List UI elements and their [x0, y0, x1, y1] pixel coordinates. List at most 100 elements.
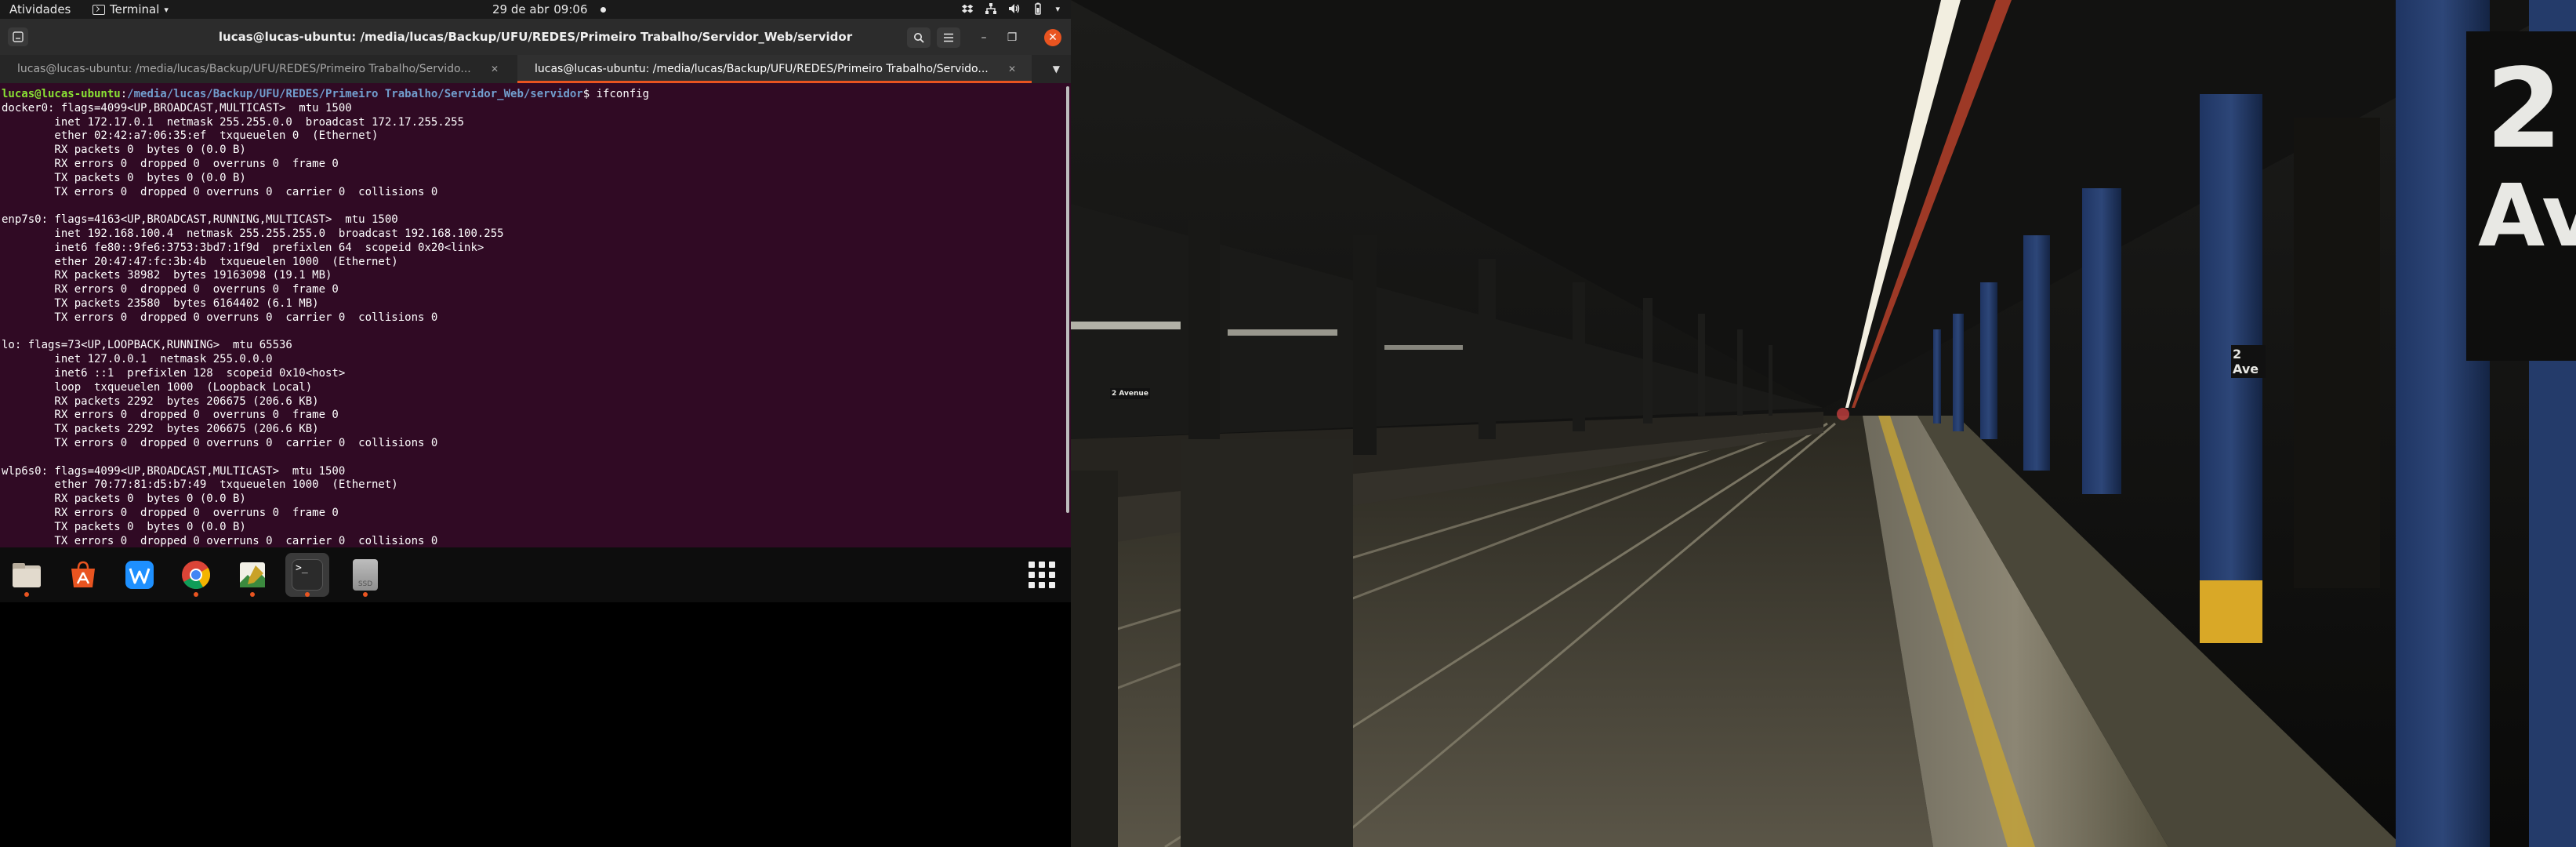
tab-close-icon[interactable]: ✕	[491, 55, 499, 83]
wps-office-icon	[125, 561, 154, 589]
dock-item-files[interactable]	[5, 553, 49, 597]
prompt-path: /media/lucas/Backup/UFU/REDES/Primeiro T…	[127, 88, 583, 100]
battery-icon[interactable]	[1032, 2, 1044, 15]
search-button[interactable]	[907, 27, 931, 48]
prompt-user: lucas@lucas-ubuntu	[2, 88, 121, 100]
terminal-output-line: TX packets 0 bytes 0 (0.0 B)	[2, 520, 246, 533]
top-bar: Atividades Terminal ▾ 29 de abr 09:06 ▾	[0, 0, 1071, 19]
station-sign-number: 2	[2486, 45, 2563, 173]
terminal-output-line: RX packets 38982 bytes 19163098 (19.1 MB…	[2, 269, 332, 282]
running-indicator	[250, 592, 255, 597]
dock-item-software[interactable]	[61, 553, 105, 597]
terminal-output-line: TX errors 0 dropped 0 overruns 0 carrier…	[2, 534, 438, 547]
terminal-output-line: TX errors 0 dropped 0 overruns 0 carrier…	[2, 311, 438, 324]
scrollbar[interactable]	[1066, 86, 1069, 513]
ssd-label: SSD	[357, 580, 373, 588]
chrome-icon	[182, 561, 211, 590]
tab-close-icon[interactable]: ✕	[1008, 55, 1016, 83]
tab-label: lucas@lucas-ubuntu: /media/lucas/Backup/…	[17, 63, 471, 75]
terminal-output-line: inet6 ::1 prefixlen 128 scopeid 0x10<hos…	[2, 366, 346, 380]
clock-time: 09:06	[553, 2, 588, 16]
close-button[interactable]: ✕	[1044, 29, 1061, 46]
terminal-output-line: inet 172.17.0.1 netmask 255.255.0.0 broa…	[2, 115, 465, 129]
apps-grid-dot	[1039, 562, 1045, 568]
show-applications-button[interactable]	[1029, 562, 1055, 588]
terminal-output-line: docker0: flags=4099<UP,BROADCAST,MULTICA…	[2, 101, 352, 115]
software-store-icon	[71, 561, 95, 587]
dock: >_ SSD	[0, 547, 1071, 602]
apps-grid-dot	[1039, 572, 1045, 578]
maximize-button[interactable]: ❐	[1003, 29, 1021, 46]
tabs-menu-chevron-icon[interactable]: ▼	[1053, 55, 1060, 83]
tab-terminal-2[interactable]: lucas@lucas-ubuntu: /media/lucas/Backup/…	[517, 55, 1032, 83]
running-indicator	[24, 592, 29, 597]
minimize-icon: –	[981, 31, 987, 44]
terminal-output-line: RX errors 0 dropped 0 overruns 0 frame 0	[2, 409, 339, 422]
search-icon	[914, 33, 924, 43]
terminal-output-line: wlp6s0: flags=4099<UP,BROADCAST,MULTICAS…	[2, 464, 346, 478]
minimize-button[interactable]: –	[975, 29, 992, 46]
prompt-command: ifconfig	[596, 88, 650, 100]
network-wired-icon[interactable]	[985, 2, 997, 15]
terminal-output-line: ether 02:42:a7:06:35:ef txqueuelen 0 (Et…	[2, 129, 379, 143]
subway-station-photo	[1071, 0, 2576, 847]
terminal-output-line: TX packets 2292 bytes 206675 (206.6 KB)	[2, 423, 319, 436]
terminal-output-line: ether 70:77:81:d5:b7:49 txqueuelen 1000 …	[2, 478, 398, 492]
terminal-output-line: enp7s0: flags=4163<UP,BROADCAST,RUNNING,…	[2, 213, 398, 227]
apps-grid-dot	[1029, 582, 1035, 588]
running-indicator	[305, 592, 310, 597]
terminal-output-line: TX packets 0 bytes 0 (0.0 B)	[2, 171, 246, 184]
dock-item-chrome[interactable]	[174, 553, 218, 597]
apps-grid-dot	[1029, 562, 1035, 568]
terminal-output-line: ether 20:47:47:fc:3b:4b txqueuelen 1000 …	[2, 255, 398, 268]
running-indicator	[363, 592, 368, 597]
system-tray[interactable]: ▾	[961, 2, 1060, 15]
terminal-output-line: inet 192.168.100.4 netmask 255.255.255.0…	[2, 227, 504, 240]
system-menu-chevron-icon[interactable]: ▾	[1055, 4, 1060, 14]
apps-grid-dot	[1049, 572, 1055, 578]
terminal-output-line: RX errors 0 dropped 0 overruns 0 frame 0	[2, 283, 339, 296]
files-icon	[13, 563, 41, 587]
running-indicator	[194, 592, 198, 597]
volume-icon[interactable]	[1008, 2, 1021, 15]
column-sign: 2 Ave	[2231, 345, 2266, 378]
command-output: docker0: flags=4099<UP,BROADCAST,MULTICA…	[2, 102, 504, 547]
terminal-icon	[93, 4, 105, 15]
far-platform-sign: 2 Avenue	[1110, 388, 1150, 399]
app-menu-button[interactable]: Terminal ▾	[93, 2, 169, 16]
restore-icon: ❐	[1007, 31, 1018, 44]
terminal-output[interactable]: lucas@lucas-ubuntu:/media/lucas/Backup/U…	[0, 83, 1058, 547]
tab-bar: lucas@lucas-ubuntu: /media/lucas/Backup/…	[0, 55, 1071, 83]
dock-item-text-editor[interactable]	[230, 553, 274, 597]
terminal-output-line: lo: flags=73<UP,LOOPBACK,RUNNING> mtu 65…	[2, 339, 292, 352]
terminal-icon: >_	[292, 559, 323, 591]
tab-label: lucas@lucas-ubuntu: /media/lucas/Backup/…	[535, 63, 989, 75]
clock-date: 29 de abr	[492, 2, 550, 16]
hamburger-menu-icon	[944, 33, 953, 42]
dropbox-icon[interactable]	[961, 2, 974, 15]
activities-button[interactable]: Atividades	[9, 2, 71, 16]
terminal-output-line: inet6 fe80::9fe6:3753:3bd7:1f9d prefixle…	[2, 241, 484, 254]
station-sign-text: Ave	[2478, 165, 2576, 266]
terminal-window[interactable]: lucas@lucas-ubuntu: /media/lucas/Backup/…	[0, 19, 1071, 547]
close-icon: ✕	[1048, 31, 1058, 44]
dock-item-ssd[interactable]: SSD	[343, 553, 387, 597]
dock-item-terminal[interactable]: >_	[285, 553, 329, 597]
terminal-title-bar[interactable]: lucas@lucas-ubuntu: /media/lucas/Backup/…	[0, 19, 1071, 55]
terminal-output-line: RX packets 0 bytes 0 (0.0 B)	[2, 144, 246, 157]
terminal-glyph: >_	[296, 562, 308, 574]
terminal-output-line: RX packets 0 bytes 0 (0.0 B)	[2, 493, 246, 506]
app-menu-label: Terminal	[110, 2, 160, 16]
clock-button[interactable]: 29 de abr 09:06	[492, 2, 606, 16]
apps-grid-dot	[1049, 562, 1055, 568]
tab-terminal-1[interactable]: lucas@lucas-ubuntu: /media/lucas/Backup/…	[0, 55, 514, 83]
chevron-down-icon: ▾	[164, 4, 169, 15]
dock-item-wps[interactable]	[118, 553, 161, 597]
terminal-output-line: TX errors 0 dropped 0 overruns 0 carrier…	[2, 185, 438, 198]
terminal-output-line: TX errors 0 dropped 0 overruns 0 carrier…	[2, 436, 438, 449]
left-monitor: Atividades Terminal ▾ 29 de abr 09:06 ▾ …	[0, 0, 1071, 602]
notification-dot-icon	[600, 6, 606, 13]
hamburger-menu-button[interactable]	[937, 27, 960, 48]
desktop-wallpaper: 2 Ave 2 Ave 2 Avenue	[1071, 0, 2576, 847]
terminal-output-line: RX errors 0 dropped 0 overruns 0 frame 0	[2, 506, 339, 519]
